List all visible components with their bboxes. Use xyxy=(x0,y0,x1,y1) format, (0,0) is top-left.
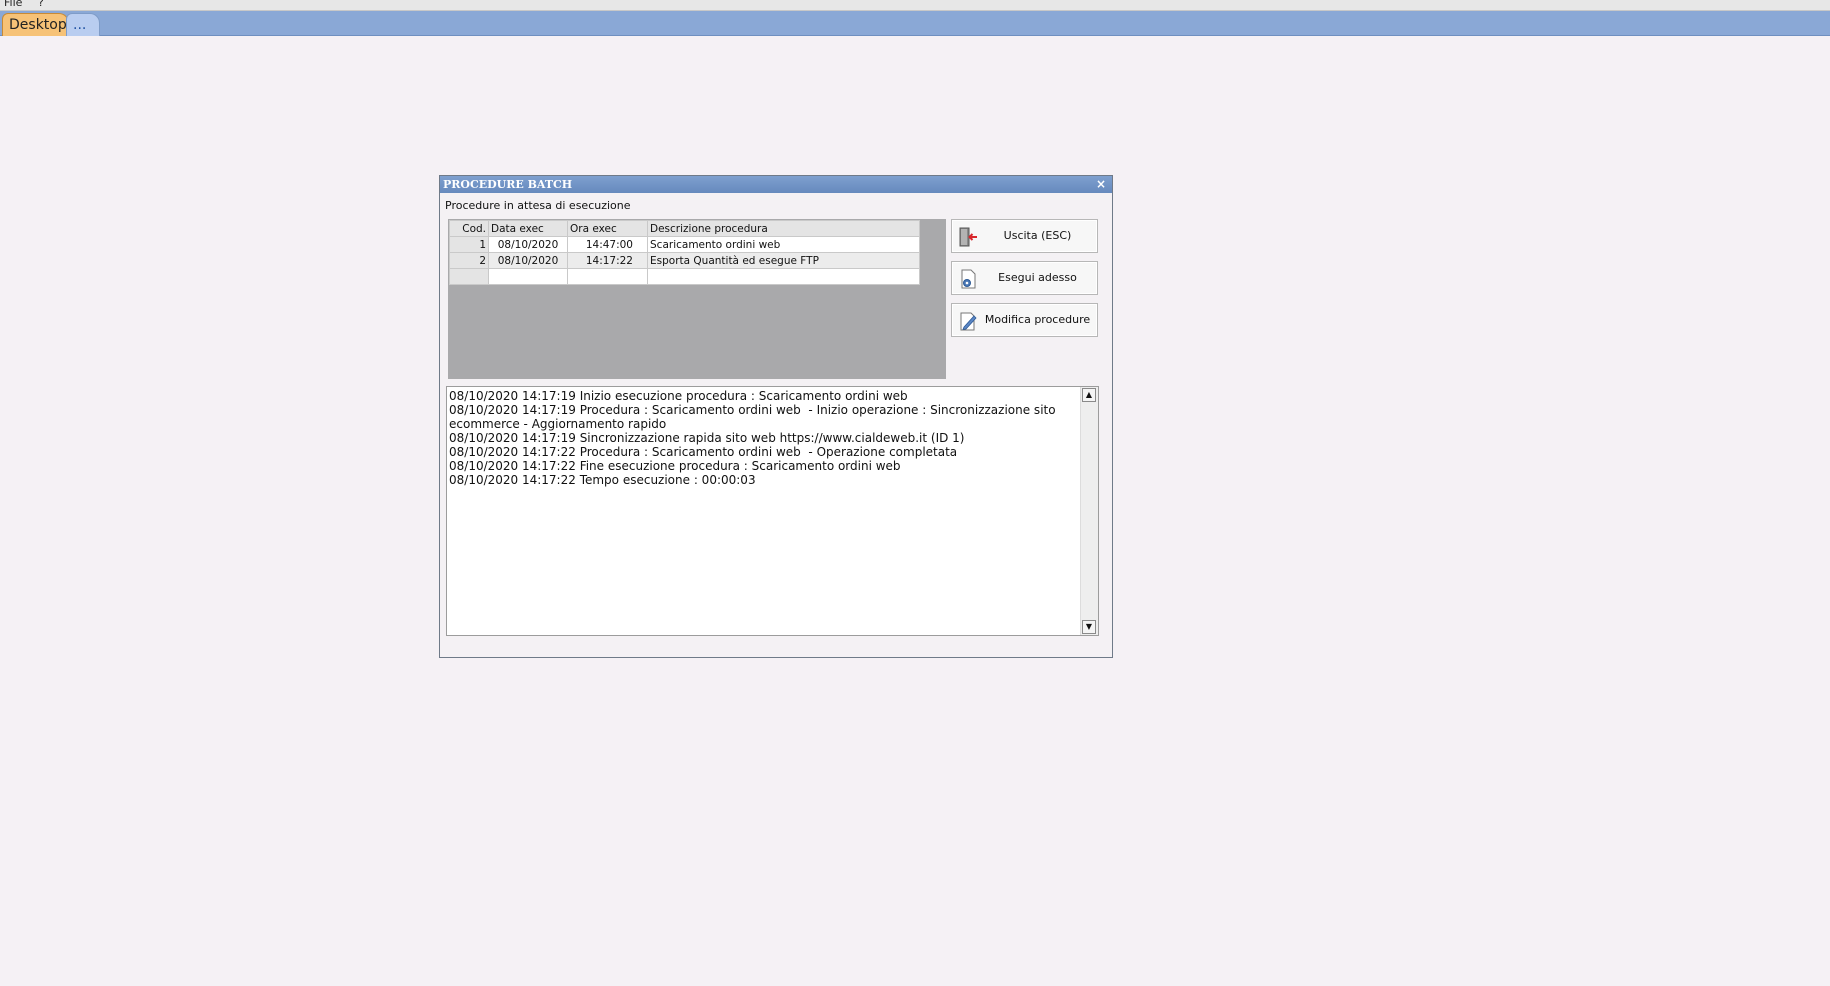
log-scrollbar[interactable]: ▲ ▼ xyxy=(1080,387,1098,635)
cell-cod[interactable] xyxy=(449,268,489,285)
tab-desktop[interactable]: Desktop xyxy=(2,13,69,36)
procedures-grid-area: Cod. Data exec Ora exec Descrizione proc… xyxy=(448,219,946,379)
cell-cod[interactable]: 2 xyxy=(449,252,489,269)
dialog-title: PROCEDURE BATCH xyxy=(443,178,573,191)
cell-data-exec[interactable] xyxy=(488,268,568,285)
cell-ora-exec[interactable]: 14:17:22 xyxy=(567,252,648,269)
execution-log[interactable]: 08/10/2020 14:17:19 Inizio esecuzione pr… xyxy=(446,386,1099,636)
log-text: 08/10/2020 14:17:19 Inizio esecuzione pr… xyxy=(449,389,1056,487)
column-header-data-exec[interactable]: Data exec xyxy=(488,220,568,237)
cell-data-exec[interactable]: 08/10/2020 xyxy=(488,252,568,269)
exit-button-label: Uscita (ESC) xyxy=(1003,229,1072,242)
table-new-row[interactable] xyxy=(449,268,920,285)
scroll-up-arrow-icon[interactable]: ▲ xyxy=(1082,388,1096,402)
cell-data-exec[interactable]: 08/10/2020 xyxy=(488,236,568,253)
pencil-document-icon xyxy=(960,312,977,331)
cell-ora-exec[interactable]: 14:47:00 xyxy=(567,236,648,253)
pending-procedures-label: Procedure in attesa di esecuzione xyxy=(445,199,631,212)
exit-door-icon xyxy=(959,227,977,247)
cell-cod[interactable]: 1 xyxy=(449,236,489,253)
close-icon[interactable]: × xyxy=(1096,176,1106,193)
menu-file[interactable]: File xyxy=(4,0,22,9)
procedure-batch-dialog: PROCEDURE BATCH × Procedure in attesa di… xyxy=(439,175,1113,658)
procedures-table: Cod. Data exec Ora exec Descrizione proc… xyxy=(449,220,920,285)
column-header-descrizione[interactable]: Descrizione procedura xyxy=(647,220,920,237)
menu-help[interactable]: ? xyxy=(38,0,44,9)
edit-procedures-button[interactable]: Modifica procedure xyxy=(951,303,1098,337)
table-row[interactable]: 1 08/10/2020 14:47:00 Scaricamento ordin… xyxy=(449,236,920,253)
cell-ora-exec[interactable] xyxy=(567,268,648,285)
cell-descrizione[interactable]: Esporta Quantità ed esegue FTP xyxy=(647,252,920,269)
table-row[interactable]: 2 08/10/2020 14:17:22 Esporta Quantità e… xyxy=(449,252,920,269)
edit-procedures-button-label: Modifica procedure xyxy=(984,313,1091,326)
scroll-down-arrow-icon[interactable]: ▼ xyxy=(1082,620,1096,634)
dialog-titlebar: PROCEDURE BATCH × xyxy=(440,176,1112,193)
column-header-ora-exec[interactable]: Ora exec xyxy=(567,220,648,237)
column-header-cod[interactable]: Cod. xyxy=(449,220,489,237)
tab-more[interactable]: ... xyxy=(66,13,100,36)
exit-button[interactable]: Uscita (ESC) xyxy=(951,219,1098,253)
run-now-button[interactable]: Esegui adesso xyxy=(951,261,1098,295)
cell-descrizione[interactable] xyxy=(647,268,920,285)
cell-descrizione[interactable]: Scaricamento ordini web xyxy=(647,236,920,253)
gear-document-icon xyxy=(961,269,976,289)
table-header-row: Cod. Data exec Ora exec Descrizione proc… xyxy=(449,220,920,237)
tab-strip: Desktop ... xyxy=(0,11,1830,36)
menu-bar: File ? xyxy=(0,0,1830,11)
run-now-button-label: Esegui adesso xyxy=(998,271,1077,284)
